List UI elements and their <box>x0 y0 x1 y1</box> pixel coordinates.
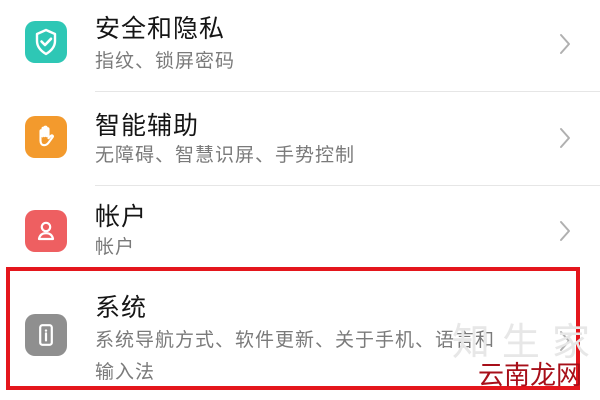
settings-item-title: 系统 <box>95 293 148 322</box>
settings-item-subtitle-line2: 输入法 <box>95 361 156 383</box>
settings-item-title: 安全和隐私 <box>95 14 226 43</box>
chevron-right-icon <box>558 330 572 352</box>
shield-check-icon <box>25 21 67 63</box>
settings-item-account[interactable]: 帐户 帐户 <box>0 186 600 278</box>
settings-item-smart-assist[interactable]: 智能辅助 无障碍、智慧识屏、手势控制 <box>0 93 600 186</box>
settings-item-subtitle-line1: 系统导航方式、软件更新、关于手机、语言和 <box>95 329 496 351</box>
hand-icon <box>25 116 67 158</box>
divider <box>95 91 600 92</box>
chevron-right-icon <box>558 127 572 149</box>
user-icon <box>25 210 67 252</box>
settings-item-subtitle: 指纹、锁屏密码 <box>95 50 236 72</box>
settings-item-title: 帐户 <box>95 202 148 231</box>
settings-item-security[interactable]: 安全和隐私 指纹、锁屏密码 <box>0 0 600 92</box>
chevron-right-icon <box>558 33 572 55</box>
settings-list: 安全和隐私 指纹、锁屏密码 智能辅助 无障碍、智慧识屏、手势控制 帐户 帐户 系… <box>0 0 600 400</box>
settings-item-system[interactable]: 系统 系统导航方式、软件更新、关于手机、语言和 输入法 <box>0 275 600 400</box>
info-phone-icon <box>25 314 67 356</box>
settings-item-subtitle: 帐户 <box>95 236 136 258</box>
chevron-right-icon <box>558 220 572 242</box>
settings-item-subtitle: 无障碍、智慧识屏、手势控制 <box>95 144 356 166</box>
settings-item-title: 智能辅助 <box>95 111 200 140</box>
